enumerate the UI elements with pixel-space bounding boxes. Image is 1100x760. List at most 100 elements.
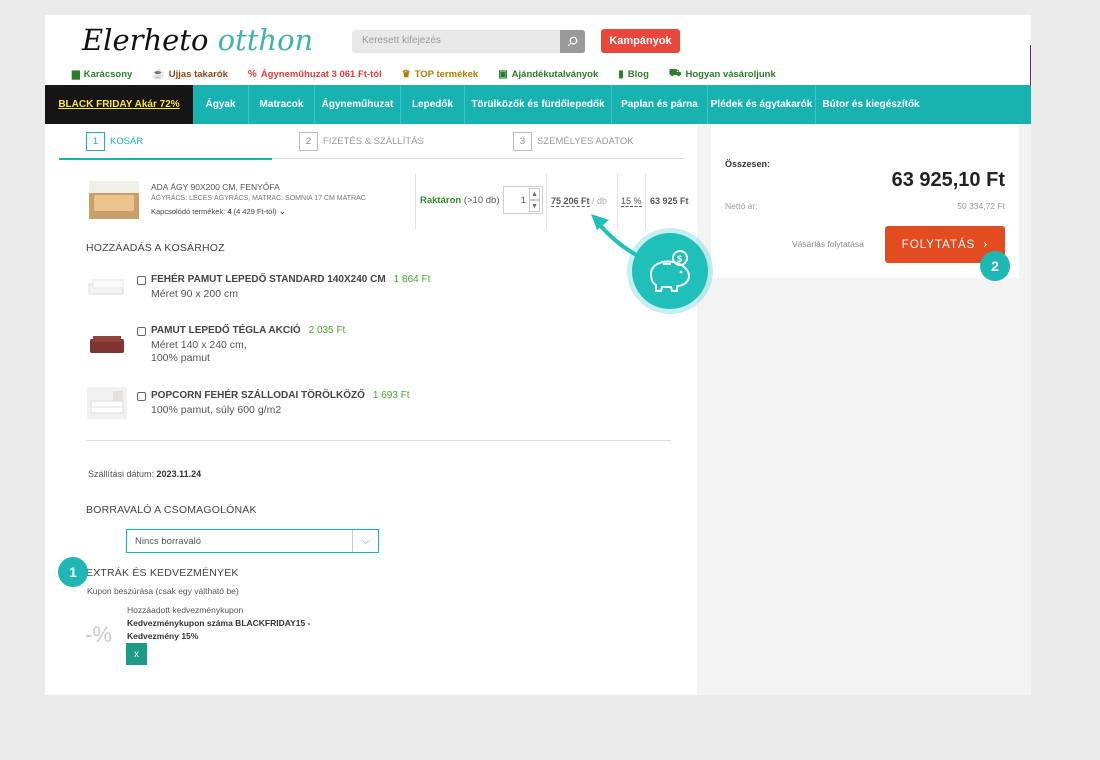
addon-desc: Méret 90 x 200 cm [151, 288, 238, 300]
nav-item-towels[interactable]: Törülközők és fürdőlepedők [465, 85, 612, 124]
stock-status: Raktáron (>10 db) [420, 195, 499, 206]
coupon-info: Hozzáadott kedvezménykupon Kedvezménykup… [127, 604, 310, 643]
nav-item-duvets-pillows[interactable]: Paplan és párna [612, 85, 708, 124]
search-placeholder: Keresett kifejezés [362, 35, 441, 46]
nav-item-blankets[interactable]: Plédek és ágytakarók [708, 85, 816, 124]
quicklink-blog[interactable]: ▮ Blog [618, 68, 649, 81]
addon-name[interactable]: POPCORN FEHÉR SZÁLLODAI TÖRÖLKÖZŐ 1 693 F… [151, 390, 410, 401]
step-cart[interactable]: 1 KOSÁR [86, 132, 143, 151]
quicklink-label: Ujjas takarók [168, 69, 228, 80]
search-input[interactable]: Keresett kifejezés [352, 30, 585, 53]
addon-checkbox[interactable] [137, 327, 146, 336]
quicklink-label: Hogyan vásároljunk [685, 69, 776, 80]
addon-price: 1 864 Ft [393, 274, 431, 285]
net-price-label: Nettó ár: [725, 201, 758, 211]
page: Elerheto otthon Keresett kifejezés Kampá… [45, 15, 1031, 695]
percent-icon: -% [85, 622, 112, 647]
book-icon: ▮ [618, 69, 624, 80]
addon-name[interactable]: FEHÉR PAMUT LEPEDŐ STANDARD 140X240 CM 1 … [151, 274, 430, 285]
logo-text-secondary: otthon [217, 23, 314, 57]
trophy-icon: ♛ [401, 69, 411, 80]
addon-title: FEHÉR PAMUT LEPEDŐ STANDARD 140X240 CM [151, 274, 386, 285]
step-number: 1 [86, 132, 105, 151]
quicklink-top-products[interactable]: ♛ TOP termékek [402, 68, 479, 81]
coupon-code-line: Kedvezménykupon száma BLACKFRIDAY15 - [127, 618, 311, 628]
related-products-price: (4 429 Ft-tól) [233, 207, 277, 216]
increment-arrow-icon[interactable]: ▲ [529, 188, 540, 200]
net-price-value: 50 334,72 Ft [957, 201, 1005, 211]
shipping-date: Szállítási dátum: 2023.11.24 [88, 469, 201, 479]
chevron-down-icon: ⌵ [352, 530, 378, 552]
checkout-steps: 1 KOSÁR 2 FIZETÉS & SZÁLLÍTÁS 3 SZEMÉLYE… [59, 129, 685, 159]
addon-title: PAMUT LEPEDŐ TÉGLA AKCIÓ [151, 325, 301, 336]
gift-icon: ▣ [498, 69, 508, 80]
step-label: SZEMÉLYES ADATOK [537, 136, 634, 147]
coupon-added-label: Hozzáadott kedvezménykupon [127, 605, 244, 615]
shipping-date-value: 2023.11.24 [156, 469, 202, 479]
product-description: ADA ÁGY 90X200 CM, FENYŐFA ÁGYRÁCS: LÉCE… [151, 181, 366, 218]
gift-box-icon: ▆ [72, 69, 80, 80]
campaigns-button[interactable]: Kampányok [601, 29, 680, 53]
addon-title: POPCORN FEHÉR SZÁLLODAI TÖRÖLKÖZŐ [151, 390, 365, 401]
step-label: KOSÁR [110, 136, 144, 147]
quicklink-label: Ajándékutalványok [511, 69, 599, 80]
search-icon [567, 36, 578, 47]
percent-icon: % [247, 69, 257, 80]
nav-item-mattresses[interactable]: Matracok [249, 85, 315, 124]
addon-item: PAMUT LEPEDŐ TÉGLA AKCIÓ 2 035 Ft Méret 1… [87, 325, 687, 375]
quicklink-label: TOP termékek [414, 69, 479, 80]
addon-desc: Méret 140 x 240 cm, 100% pamut [151, 339, 247, 365]
step-label: FIZETÉS & SZÁLLÍTÁS [323, 136, 424, 147]
total-label: Összesen: [725, 159, 771, 169]
nav-item-furniture[interactable]: Bútor és kiegészítők [816, 85, 926, 124]
quicklinks-bar: ▆ Karácsony ☕ Ujjas takarók % Ágyneműhuz… [72, 68, 796, 81]
tip-select[interactable]: Nincs borravaló ⌵ [126, 529, 379, 553]
quicklink-sleeved-blankets[interactable]: ☕ Ujjas takarók [152, 68, 228, 81]
chevron-down-icon: ⌄ [278, 206, 287, 216]
addons-heading: HOZZÁADÁS A KOSÁRHOZ [86, 242, 225, 254]
addon-item: POPCORN FEHÉR SZÁLLODAI TÖRÖLKÖZŐ 1 693 F… [87, 387, 687, 440]
nav-item-black-friday[interactable]: BLACK FRIDAY Akár 72% [45, 85, 193, 124]
coupon-hint[interactable]: Kupon beszúrása (csak egy váltható be) [87, 586, 239, 596]
nav-item-sheets[interactable]: Lepedők [401, 85, 465, 124]
extras-heading: EXTRÁK ÉS KEDVEZMÉNYEK [86, 567, 239, 579]
addon-desc-line: Méret 140 x 240 cm, [151, 339, 247, 351]
step-personal-data[interactable]: 3 SZEMÉLYES ADATOK [513, 132, 634, 151]
addon-item: FEHÉR PAMUT LEPEDŐ STANDARD 140X240 CM 1 … [87, 274, 687, 324]
remove-coupon-button[interactable]: x [126, 643, 147, 665]
addon-checkbox[interactable] [137, 276, 146, 285]
addon-name[interactable]: PAMUT LEPEDŐ TÉGLA AKCIÓ 2 035 Ft [151, 325, 345, 336]
addon-thumbnail[interactable] [87, 274, 127, 306]
checkout-button-label: FOLYTATÁS [901, 238, 976, 251]
product-title[interactable]: ADA ÁGY 90X200 CM, FENYŐFA [151, 181, 366, 193]
quicklink-christmas[interactable]: ▆ Karácsony [72, 68, 132, 81]
addon-desc: 100% pamut, súly 600 g/m2 [151, 404, 282, 416]
continue-shopping-link[interactable]: Vásárlás folytatása [792, 239, 864, 249]
tip-selected-value: Nincs borravaló [135, 536, 201, 547]
stock-detail: (>10 db) [463, 195, 500, 206]
shipping-date-label: Szállítási dátum: [88, 469, 155, 479]
site-logo[interactable]: Elerheto otthon [82, 23, 313, 57]
truck-icon: ⛟ [668, 68, 682, 79]
related-products[interactable]: Kapcsolódó termékek: 4 (4 429 Ft-tól) ⌄ [151, 205, 366, 218]
discount-percent[interactable]: 15 % [621, 196, 642, 207]
step-number: 3 [513, 132, 532, 151]
decrement-arrow-icon[interactable]: ▼ [529, 200, 540, 212]
quicklink-bedding[interactable]: % Ágyneműhuzat 3 061 Ft-tól [248, 68, 382, 81]
step-payment-shipping[interactable]: 2 FIZETÉS & SZÁLLÍTÁS [299, 132, 424, 151]
product-thumbnail[interactable] [89, 181, 139, 219]
quicklink-how-to-buy[interactable]: ⛟ Hogyan vásároljunk [669, 68, 776, 81]
quantity-value[interactable]: 1 [521, 195, 526, 206]
quicklink-gift-vouchers[interactable]: ▣ Ajándékutalványok [498, 68, 598, 81]
addon-checkbox[interactable] [137, 392, 146, 401]
addon-thumbnail[interactable] [87, 329, 127, 361]
addon-thumbnail[interactable] [87, 387, 127, 419]
search-button[interactable] [560, 30, 585, 53]
addon-price: 1 693 Ft [372, 390, 410, 401]
unit-label: / db [592, 196, 608, 206]
addon-desc-line: 100% pamut [151, 352, 210, 364]
nav-item-beds[interactable]: Ágyak [193, 85, 249, 124]
step-number: 2 [299, 132, 318, 151]
quantity-stepper[interactable]: 1 ▲ ▼ [503, 186, 543, 214]
nav-item-bedding[interactable]: Ágyneműhuzat [315, 85, 401, 124]
